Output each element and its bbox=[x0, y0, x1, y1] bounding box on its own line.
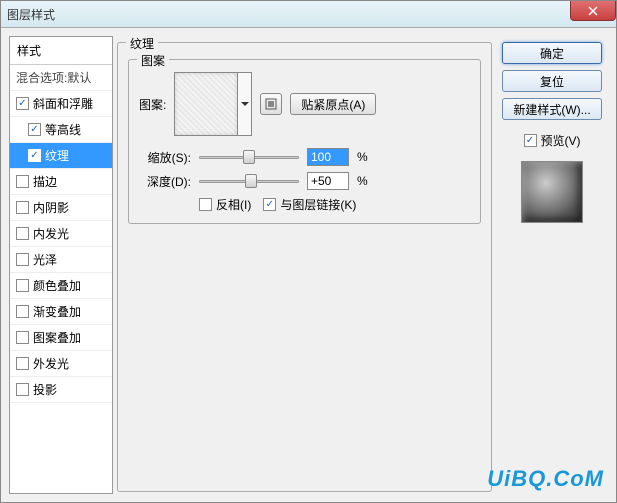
pattern-swatch[interactable] bbox=[174, 72, 238, 136]
styles-header: 样式 bbox=[10, 37, 112, 65]
checkbox-icon bbox=[28, 123, 41, 136]
close-icon bbox=[588, 6, 598, 16]
styles-list: 样式 混合选项:默认 斜面和浮雕等高线纹理描边内阴影内发光光泽颜色叠加渐变叠加图… bbox=[9, 36, 113, 494]
link-label: 与图层链接(K) bbox=[280, 196, 356, 213]
new-style-button[interactable]: 新建样式(W)... bbox=[502, 98, 602, 120]
texture-group: 纹理 图案 图案: 贴紧原点(A) bbox=[117, 42, 492, 492]
pattern-group-title: 图案 bbox=[137, 52, 169, 69]
checkbox-icon bbox=[28, 149, 41, 162]
style-item-label: 投影 bbox=[33, 381, 57, 398]
style-item-label: 光泽 bbox=[33, 251, 57, 268]
right-panel: 确定 复位 新建样式(W)... 预览(V) bbox=[496, 36, 608, 494]
depth-input[interactable] bbox=[307, 172, 349, 190]
style-item-label: 内发光 bbox=[33, 225, 69, 242]
checkbox-icon bbox=[16, 227, 29, 240]
style-item[interactable]: 渐变叠加 bbox=[10, 299, 112, 325]
style-item[interactable]: 投影 bbox=[10, 377, 112, 403]
depth-label: 深度(D): bbox=[139, 173, 191, 190]
preview-thumbnail bbox=[521, 161, 583, 223]
pattern-dropdown[interactable] bbox=[238, 72, 252, 136]
style-item[interactable]: 图案叠加 bbox=[10, 325, 112, 351]
style-item-label: 纹理 bbox=[45, 147, 69, 164]
checkbox-icon bbox=[16, 305, 29, 318]
scale-unit: % bbox=[357, 150, 373, 164]
checkbox-icon bbox=[16, 383, 29, 396]
blend-options-item[interactable]: 混合选项:默认 bbox=[10, 65, 112, 91]
checkbox-icon bbox=[16, 175, 29, 188]
texture-group-title: 纹理 bbox=[126, 35, 158, 52]
titlebar: 图层样式 bbox=[1, 1, 616, 28]
style-item[interactable]: 斜面和浮雕 bbox=[10, 91, 112, 117]
style-item-label: 外发光 bbox=[33, 355, 69, 372]
window-title: 图层样式 bbox=[7, 6, 55, 23]
checkbox-icon bbox=[199, 198, 212, 211]
preview-label: 预览(V) bbox=[541, 132, 581, 149]
cancel-button[interactable]: 复位 bbox=[502, 70, 602, 92]
style-item-label: 图案叠加 bbox=[33, 329, 81, 346]
style-item[interactable]: 等高线 bbox=[10, 117, 112, 143]
style-item-label: 渐变叠加 bbox=[33, 303, 81, 320]
preview-checkbox[interactable]: 预览(V) bbox=[524, 132, 581, 149]
style-item-label: 等高线 bbox=[45, 121, 81, 138]
close-button[interactable] bbox=[570, 1, 616, 21]
checkbox-icon bbox=[16, 201, 29, 214]
checkbox-icon bbox=[524, 134, 537, 147]
style-item-label: 斜面和浮雕 bbox=[33, 95, 93, 112]
style-item[interactable]: 内阴影 bbox=[10, 195, 112, 221]
checkbox-icon bbox=[16, 331, 29, 344]
scale-label: 缩放(S): bbox=[139, 149, 191, 166]
checkbox-icon bbox=[16, 253, 29, 266]
ok-button[interactable]: 确定 bbox=[502, 42, 602, 64]
pattern-group: 图案 图案: 贴紧原点(A) bbox=[128, 59, 481, 224]
new-pattern-button[interactable] bbox=[260, 93, 282, 115]
link-checkbox[interactable]: 与图层链接(K) bbox=[263, 196, 356, 213]
new-preset-icon bbox=[265, 98, 277, 110]
style-item-label: 描边 bbox=[33, 173, 57, 190]
main-panel: 纹理 图案 图案: 贴紧原点(A) bbox=[117, 36, 492, 494]
invert-checkbox[interactable]: 反相(I) bbox=[199, 196, 251, 213]
snap-origin-label: 贴紧原点(A) bbox=[301, 96, 365, 113]
checkbox-icon bbox=[16, 357, 29, 370]
pattern-label: 图案: bbox=[139, 96, 166, 113]
checkbox-icon bbox=[16, 279, 29, 292]
watermark: UiBQ.CoM bbox=[487, 466, 604, 492]
snap-origin-button[interactable]: 贴紧原点(A) bbox=[290, 93, 376, 115]
blend-options-label: 混合选项:默认 bbox=[16, 69, 91, 86]
style-item-label: 内阴影 bbox=[33, 199, 69, 216]
depth-slider[interactable] bbox=[199, 172, 299, 190]
style-item-label: 颜色叠加 bbox=[33, 277, 81, 294]
style-item[interactable]: 描边 bbox=[10, 169, 112, 195]
style-item[interactable]: 纹理 bbox=[10, 143, 112, 169]
checkbox-icon bbox=[263, 198, 276, 211]
style-item[interactable]: 光泽 bbox=[10, 247, 112, 273]
style-item[interactable]: 外发光 bbox=[10, 351, 112, 377]
depth-unit: % bbox=[357, 174, 373, 188]
invert-label: 反相(I) bbox=[216, 196, 251, 213]
checkbox-icon bbox=[16, 97, 29, 110]
layer-style-dialog: 图层样式 样式 混合选项:默认 斜面和浮雕等高线纹理描边内阴影内发光光泽颜色叠加… bbox=[0, 0, 617, 503]
scale-slider[interactable] bbox=[199, 148, 299, 166]
scale-input[interactable] bbox=[307, 148, 349, 166]
style-item[interactable]: 内发光 bbox=[10, 221, 112, 247]
style-item[interactable]: 颜色叠加 bbox=[10, 273, 112, 299]
